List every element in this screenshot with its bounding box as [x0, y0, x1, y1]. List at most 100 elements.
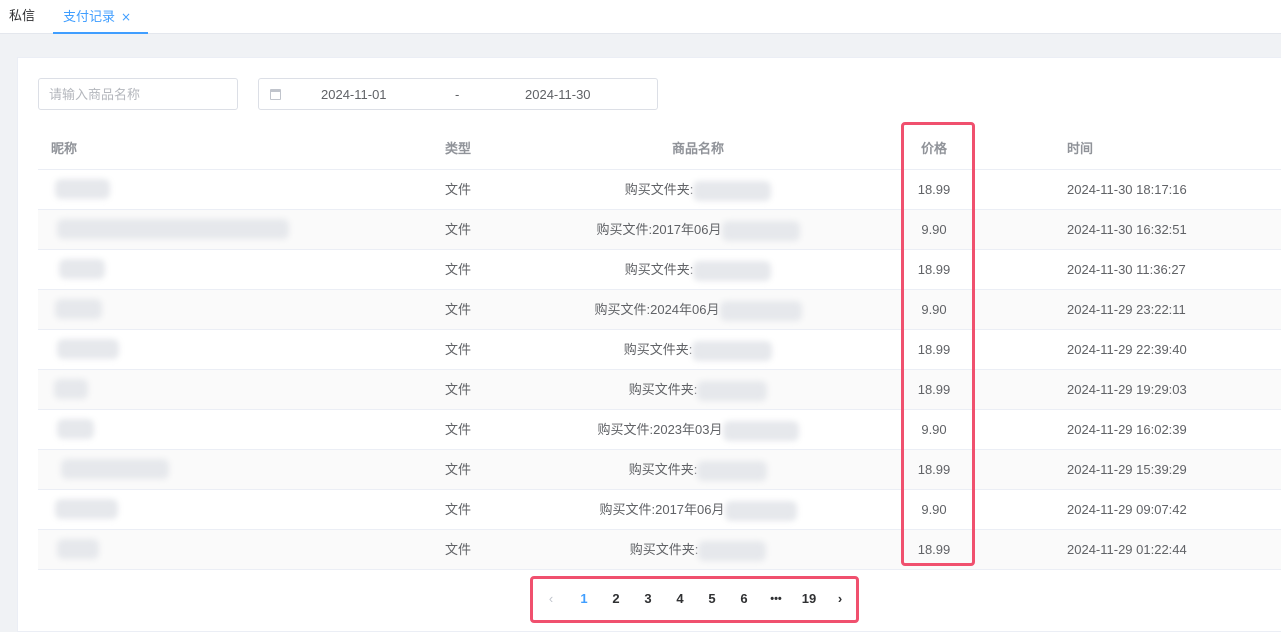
close-icon[interactable]: × — [121, 10, 131, 24]
redacted-product — [722, 420, 799, 441]
product-cell: 购买文件:2023年03月 — [573, 410, 823, 450]
more-pages-button[interactable]: ••• — [762, 584, 790, 614]
type-cell: 文件 — [444, 222, 471, 237]
price-cell: 18.99 — [917, 182, 951, 197]
price-cell: 9.90 — [921, 222, 947, 237]
table-row: 文件 购买文件:2023年03月 9.90 2024-11-29 16:02:39 — [38, 410, 1281, 450]
time-cell: 2024-11-30 16:32:51 — [1067, 222, 1187, 237]
start-date[interactable]: 2024-11-01 — [321, 87, 387, 102]
type-cell: 文件 — [444, 182, 471, 197]
calendar-icon — [270, 89, 281, 100]
table-row: 文件 购买文件夹: 18.99 2024-11-29 01:22:44 — [38, 530, 1281, 570]
type-cell: 文件 — [444, 462, 471, 477]
redacted-nickname — [57, 539, 99, 559]
product-cell: 购买文件:2017年06月 — [573, 490, 823, 530]
time-cell: 2024-11-29 19:29:03 — [1067, 382, 1187, 397]
product-search-input[interactable] — [38, 78, 238, 110]
page-1-button[interactable]: 1 — [570, 584, 598, 614]
redacted-nickname — [61, 459, 169, 479]
prev-page-button[interactable]: ‹ — [537, 584, 565, 614]
price-cell: 9.90 — [921, 302, 947, 317]
redacted-nickname — [57, 419, 94, 439]
header-nickname: 昵称 — [51, 141, 78, 156]
product-text: 购买文件:2023年03月 — [597, 422, 723, 437]
tab-messages[interactable]: 私信 — [9, 0, 35, 34]
type-cell: 文件 — [444, 342, 471, 357]
end-date[interactable]: 2024-11-30 — [525, 87, 591, 102]
table-row: 文件 购买文件夹: 18.99 2024-11-29 15:39:29 — [38, 450, 1281, 490]
price-cell: 18.99 — [917, 262, 951, 277]
product-text: 购买文件夹: — [624, 182, 694, 197]
type-cell: 文件 — [444, 542, 471, 557]
table-row: 文件 购买文件夹: 18.99 2024-11-30 11:36:27 — [38, 250, 1281, 290]
time-cell: 2024-11-30 18:17:16 — [1067, 182, 1187, 197]
redacted-nickname — [59, 259, 105, 279]
redacted-nickname — [57, 339, 119, 359]
redacted-product — [721, 220, 800, 241]
product-text: 购买文件夹: — [628, 462, 698, 477]
redacted-product — [697, 380, 768, 401]
table-row: 文件 购买文件夹: 18.99 2024-11-29 19:29:03 — [38, 370, 1281, 410]
product-text: 购买文件:2017年06月 — [596, 222, 722, 237]
header-time: 时间 — [1067, 141, 1094, 156]
redacted-product — [693, 260, 772, 281]
product-cell: 购买文件夹: — [573, 370, 823, 410]
product-text: 购买文件夹: — [624, 262, 694, 277]
table-row: 文件 购买文件夹: 18.99 2024-11-29 22:39:40 — [38, 330, 1281, 370]
redacted-nickname — [55, 179, 110, 199]
date-separator: - — [455, 87, 460, 102]
type-cell: 文件 — [444, 422, 471, 437]
redacted-nickname — [55, 499, 118, 519]
redacted-product — [719, 300, 802, 321]
redacted-product — [724, 500, 797, 521]
product-text: 购买文件夹: — [623, 342, 693, 357]
product-text: 购买文件夹: — [628, 382, 698, 397]
product-cell: 购买文件夹: — [573, 330, 823, 370]
type-cell: 文件 — [444, 302, 471, 317]
product-cell: 购买文件夹: — [573, 250, 823, 290]
table-header: 昵称 类型 商品名称 价格 时间 — [38, 128, 1281, 170]
next-page-button[interactable]: › — [826, 584, 854, 614]
price-cell: 18.99 — [917, 462, 951, 477]
product-cell: 购买文件夹: — [573, 170, 823, 210]
product-cell: 购买文件:2017年06月 — [573, 210, 823, 250]
product-text: 购买文件夹: — [629, 542, 699, 557]
tab-payment-records[interactable]: 支付记录 × — [53, 0, 148, 34]
page-2-button[interactable]: 2 — [602, 584, 630, 614]
tab-bar: 私信 支付记录 × — [0, 0, 1281, 34]
product-text: 购买文件:2017年06月 — [599, 502, 725, 517]
page-5-button[interactable]: 5 — [698, 584, 726, 614]
price-cell: 9.90 — [921, 502, 947, 517]
price-cell: 9.90 — [921, 422, 947, 437]
tab-payment-records-label: 支付记录 — [63, 10, 116, 25]
product-cell: 购买文件夹: — [573, 530, 823, 570]
time-cell: 2024-11-29 01:22:44 — [1067, 542, 1187, 557]
page-3-button[interactable]: 3 — [634, 584, 662, 614]
redacted-product — [697, 460, 768, 481]
page-4-button[interactable]: 4 — [666, 584, 694, 614]
price-cell: 18.99 — [917, 342, 951, 357]
table-row: 文件 购买文件:2017年06月 9.90 2024-11-29 09:07:42 — [38, 490, 1281, 530]
date-range-picker[interactable]: 2024-11-01 - 2024-11-30 — [258, 78, 658, 110]
product-cell: 购买文件夹: — [573, 450, 823, 490]
time-cell: 2024-11-29 15:39:29 — [1067, 462, 1187, 477]
product-cell: 购买文件:2024年06月 — [573, 290, 823, 330]
header-type: 类型 — [444, 141, 471, 156]
redacted-product — [692, 340, 773, 361]
header-product: 商品名称 — [671, 141, 724, 156]
type-cell: 文件 — [444, 262, 471, 277]
page-19-button[interactable]: 19 — [794, 584, 824, 614]
price-cell: 18.99 — [917, 382, 951, 397]
time-cell: 2024-11-29 22:39:40 — [1067, 342, 1187, 357]
redacted-nickname — [54, 379, 88, 399]
table-row: 文件 购买文件夹: 18.99 2024-11-30 18:17:16 — [38, 170, 1281, 210]
time-cell: 2024-11-29 23:22:11 — [1067, 302, 1186, 317]
redacted-nickname — [57, 219, 289, 239]
redacted-product — [698, 540, 767, 561]
price-cell: 18.99 — [917, 542, 951, 557]
type-cell: 文件 — [444, 382, 471, 397]
page-6-button[interactable]: 6 — [730, 584, 758, 614]
time-cell: 2024-11-30 11:36:27 — [1067, 262, 1186, 277]
product-text: 购买文件:2024年06月 — [594, 302, 720, 317]
payment-table: 昵称 类型 商品名称 价格 时间 文件 购买文件夹: 18.99 2024-11-30… — [38, 128, 1281, 570]
